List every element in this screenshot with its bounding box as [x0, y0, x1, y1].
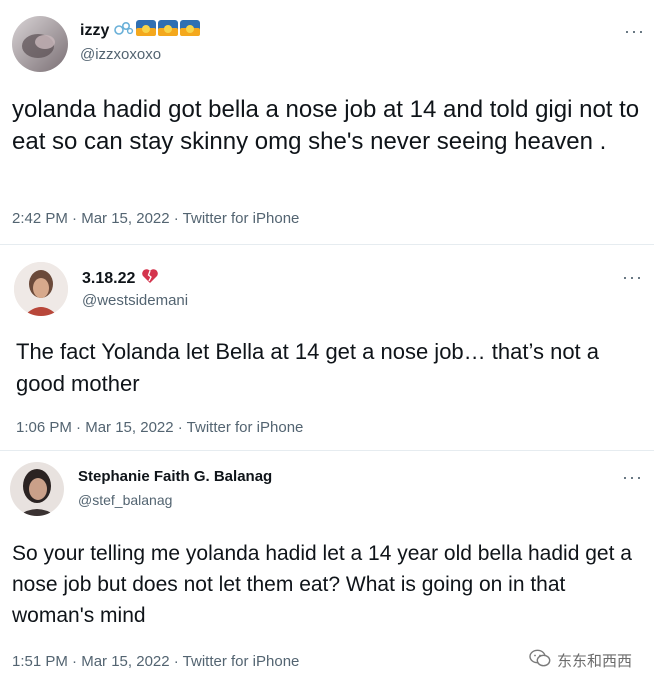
wechat-icon	[529, 649, 551, 671]
handle[interactable]: @izzxoxoxo	[80, 46, 161, 63]
handle[interactable]: @westsidemani	[82, 292, 188, 309]
tweet-meta: 2:42 PM · Mar 15, 2022 · Twitter for iPh…	[12, 210, 299, 227]
tweet-date[interactable]: Mar 15, 2022	[85, 419, 173, 436]
meta-separator: ·	[67, 210, 82, 227]
tweet-source[interactable]: Twitter for iPhone	[183, 210, 300, 227]
sunrise-icon	[180, 20, 201, 41]
more-icon[interactable]: ···	[624, 22, 645, 40]
more-icon[interactable]: ···	[622, 468, 643, 486]
avatar[interactable]	[12, 16, 68, 72]
tweet-source[interactable]: Twitter for iPhone	[183, 653, 300, 670]
tweet-meta: 1:51 PM · Mar 15, 2022 · Twitter for iPh…	[12, 653, 299, 670]
avatar[interactable]	[14, 262, 68, 316]
display-name[interactable]: 3.18.22	[82, 268, 159, 289]
tweet-time[interactable]: 2:42 PM	[12, 210, 68, 227]
tweet-date[interactable]: Mar 15, 2022	[81, 653, 169, 670]
divider	[0, 450, 654, 451]
bubbles-icon	[113, 20, 135, 41]
tweet-text: yolanda hadid got bella a nose job at 14…	[12, 96, 640, 155]
meta-separator: ·	[169, 653, 183, 670]
sunrise-icon	[136, 20, 157, 41]
display-name[interactable]: izzy	[80, 20, 201, 41]
tweet-date[interactable]: Mar 15, 2022	[81, 210, 169, 227]
avatar[interactable]	[10, 462, 64, 516]
meta-separator: ·	[67, 653, 82, 670]
watermark-text: 东东和西西	[556, 652, 632, 670]
meta-separator: ·	[71, 419, 86, 436]
handle[interactable]: @stef_balanag	[78, 492, 172, 508]
broken-heart-icon	[141, 268, 159, 289]
tweet-time[interactable]: 1:06 PM	[16, 419, 72, 436]
tweet-time[interactable]: 1:51 PM	[12, 653, 68, 670]
sunrise-icon	[158, 20, 179, 41]
more-icon[interactable]: ···	[622, 268, 643, 286]
divider	[0, 244, 654, 245]
meta-separator: ·	[173, 419, 187, 436]
tweet-meta: 1:06 PM · Mar 15, 2022 · Twitter for iPh…	[16, 419, 303, 436]
meta-separator: ·	[169, 210, 183, 227]
tweet-text: So your telling me yolanda hadid let a 1…	[12, 542, 632, 627]
display-name[interactable]: Stephanie Faith G. Balanag	[78, 468, 272, 485]
tweet-source[interactable]: Twitter for iPhone	[187, 419, 304, 436]
watermark: 东东和西西	[529, 649, 632, 671]
tweet-text: The fact Yolanda let Bella at 14 get a n…	[16, 339, 600, 396]
